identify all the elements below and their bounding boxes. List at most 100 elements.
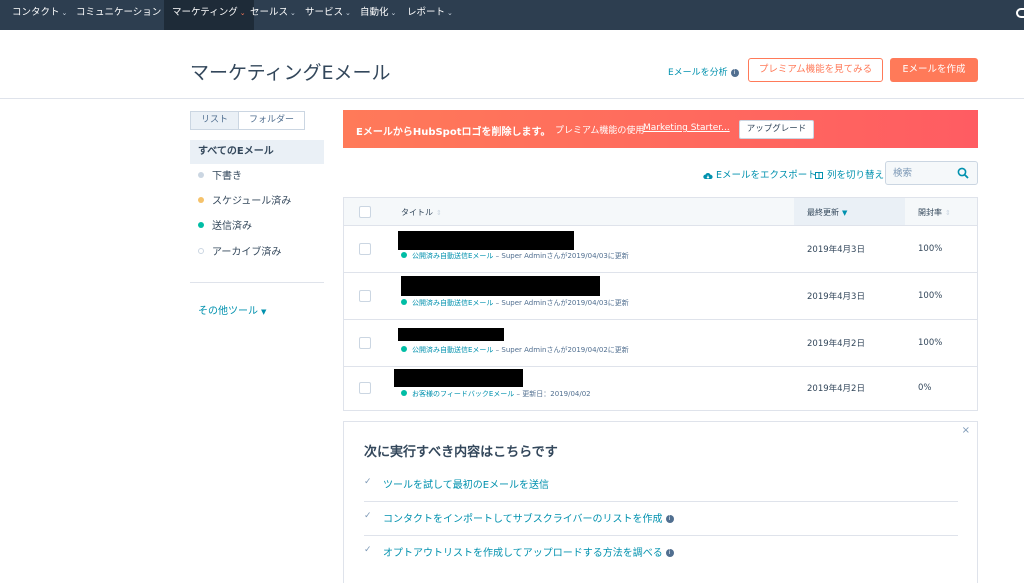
row-meta: 公開済み自動送信Eメール – Super Adminさんが2019/04/03に…: [401, 251, 629, 261]
sidebar-item-drafts[interactable]: 下書き: [198, 170, 242, 184]
sidebar-item-label: 下書き: [212, 171, 242, 182]
row-checkbox[interactable]: [359, 290, 371, 302]
cloud-download-icon: [703, 172, 713, 179]
nav-item-label: セールス: [250, 7, 289, 18]
cell-open-rate: 0%: [918, 383, 932, 393]
nav-item-label: コミュニケーション: [76, 7, 162, 18]
meta-separator: –: [495, 252, 500, 260]
sidebar-item-archived[interactable]: アーカイブ済み: [198, 246, 281, 260]
info-icon[interactable]: i: [665, 515, 674, 523]
nav-item-label: 自動化: [360, 7, 389, 18]
status-dot: [401, 299, 407, 305]
email-type: 公開済み自動送信Eメール: [412, 299, 494, 307]
row-checkbox[interactable]: [359, 243, 371, 255]
next-step-label: ツールを試して最初のEメールを送信: [383, 480, 550, 491]
analyze-emails-link[interactable]: Eメールを分析 i: [668, 65, 739, 78]
sidebar-item-sent[interactable]: 送信済み: [198, 220, 252, 234]
row-checkbox[interactable]: [359, 337, 371, 349]
column-header-label: 開封率: [918, 208, 942, 217]
switch-columns-link[interactable]: 列を切り替え: [815, 167, 884, 181]
status-dot: [198, 222, 204, 228]
status-dot: [198, 248, 204, 254]
cell-open-rate: 100%: [918, 244, 943, 254]
cell-open-rate: 100%: [918, 338, 943, 348]
top-navigation: コンタクト⌄ コミュニケーション⌄ マーケティング⌄ セールス⌄ サービス⌄ 自…: [0, 0, 1024, 30]
next-step-item[interactable]: ✓ ツールを試して最初のEメールを送信: [364, 468, 958, 502]
meta-separator: –: [516, 390, 521, 398]
page-title: マーケティングEメール: [190, 62, 391, 84]
column-header-open-rate[interactable]: 開封率 ⇕: [918, 207, 951, 218]
columns-icon: [815, 172, 823, 179]
row-meta: 公開済み自動送信Eメール – Super Adminさんが2019/04/03に…: [401, 298, 629, 308]
chevron-down-icon: ⌄: [290, 9, 296, 17]
upgrade-button[interactable]: アップグレード: [739, 120, 814, 139]
nav-item-label: サービス: [305, 7, 344, 18]
column-header-updated[interactable]: 最終更新 ▼: [807, 207, 847, 218]
status-dot: [401, 346, 407, 352]
premium-features-button[interactable]: プレミアム機能を見てみる: [748, 58, 883, 82]
close-icon[interactable]: ×: [962, 425, 970, 436]
table-row[interactable]: 公開済み自動送信Eメール – Super Adminさんが2019/04/03に…: [344, 273, 977, 320]
updated-by: Super Adminさんが2019/04/02に更新: [501, 346, 629, 354]
search-icon[interactable]: [957, 167, 969, 179]
column-header-title[interactable]: タイトル ⇕: [401, 207, 442, 218]
next-step-item[interactable]: ✓ コンタクトをインポートしてサブスクライバーのリストを作成 i: [364, 502, 958, 536]
sidebar-divider: [190, 282, 324, 283]
check-icon: ✓: [364, 511, 372, 521]
search-input[interactable]: [886, 162, 954, 184]
redacted-title: [394, 369, 523, 387]
table-row[interactable]: 公開済み自動送信Eメール – Super Adminさんが2019/04/03に…: [344, 226, 977, 273]
column-header-label: タイトル: [401, 208, 433, 217]
sort-descending-icon: ▼: [842, 209, 848, 217]
folder-view-tab[interactable]: フォルダー: [239, 111, 306, 130]
nav-item-sales[interactable]: セールス ⌄: [250, 0, 296, 30]
next-step-item[interactable]: ✓ オプトアウトリストを作成してアップロードする方法を調べる i: [364, 536, 958, 570]
sort-icon: ⇕: [436, 209, 442, 217]
export-emails-link[interactable]: Eメールをエクスポート: [703, 167, 817, 181]
select-all-checkbox[interactable]: [359, 206, 371, 218]
status-dot: [198, 197, 204, 203]
nav-item-reports[interactable]: レポート ⌄: [407, 0, 453, 30]
account-menu-icon[interactable]: [1016, 8, 1024, 18]
info-icon[interactable]: i: [665, 549, 674, 557]
row-checkbox[interactable]: [359, 382, 371, 394]
cell-updated-date: 2019年4月2日: [807, 339, 865, 349]
check-icon: ✓: [364, 477, 372, 487]
table-row[interactable]: お客様のフィードバックEメール – 更新日：2019/04/02 2019年4月…: [344, 367, 977, 410]
nav-item-service[interactable]: サービス ⌄: [305, 0, 351, 30]
sidebar-item-label: アーカイブ済み: [212, 247, 282, 258]
nav-item-automation[interactable]: 自動化 ⌄: [360, 0, 396, 30]
info-icon: i: [730, 68, 739, 77]
upgrade-banner: EメールからHubSpotロゴを削除します。 プレミアム機能の使用 Market…: [343, 110, 978, 148]
sidebar-item-all-emails[interactable]: すべてのEメール: [190, 140, 324, 164]
search-box: [885, 161, 978, 185]
email-type: お客様のフィードバックEメール: [412, 390, 515, 398]
nav-item-label: マーケティング: [172, 7, 238, 18]
cell-updated-date: 2019年4月2日: [807, 384, 865, 394]
nav-item-conversations[interactable]: コミュニケーション⌄: [76, 0, 169, 30]
next-step-label: コンタクトをインポートしてサブスクライバーのリストを作成: [383, 514, 663, 525]
cell-open-rate: 100%: [918, 291, 943, 301]
nav-item-contacts[interactable]: コンタクト ⌄: [12, 0, 67, 30]
status-dot: [401, 390, 407, 396]
switch-columns-label: 列を切り替え: [827, 170, 885, 181]
check-icon: ✓: [364, 545, 372, 555]
sidebar-item-scheduled[interactable]: スケジュール済み: [198, 195, 291, 209]
chevron-down-icon: ⌄: [61, 9, 68, 17]
other-tools-dropdown[interactable]: その他ツール ▼: [198, 302, 266, 317]
meta-separator: –: [495, 299, 500, 307]
table-row[interactable]: 公開済み自動送信Eメール – Super Adminさんが2019/04/02に…: [344, 320, 977, 367]
sort-icon: ⇕: [945, 209, 951, 217]
page-header: マーケティングEメール Eメールを分析 i プレミアム機能を見てみる Eメールを作…: [0, 30, 1024, 99]
cell-updated-date: 2019年4月3日: [807, 292, 865, 302]
chevron-down-icon: ⌄: [390, 9, 397, 17]
nav-item-marketing[interactable]: マーケティング ⌄: [164, 0, 254, 30]
create-email-button[interactable]: Eメールを作成: [890, 58, 978, 82]
marketing-starter-link[interactable]: Marketing Starter...: [643, 123, 730, 133]
list-view-tab[interactable]: リスト: [190, 111, 240, 130]
chevron-down-icon: ⌄: [345, 9, 351, 17]
view-toggle: リスト フォルダー: [190, 111, 306, 130]
next-step-label: オプトアウトリストを作成してアップロードする方法を調べる: [383, 548, 663, 559]
emails-table: タイトル ⇕ 最終更新 ▼ 開封率 ⇕ 公開済み自動送信Eメール – Super Ad…: [343, 197, 978, 411]
chevron-down-icon: ⌄: [447, 9, 453, 17]
